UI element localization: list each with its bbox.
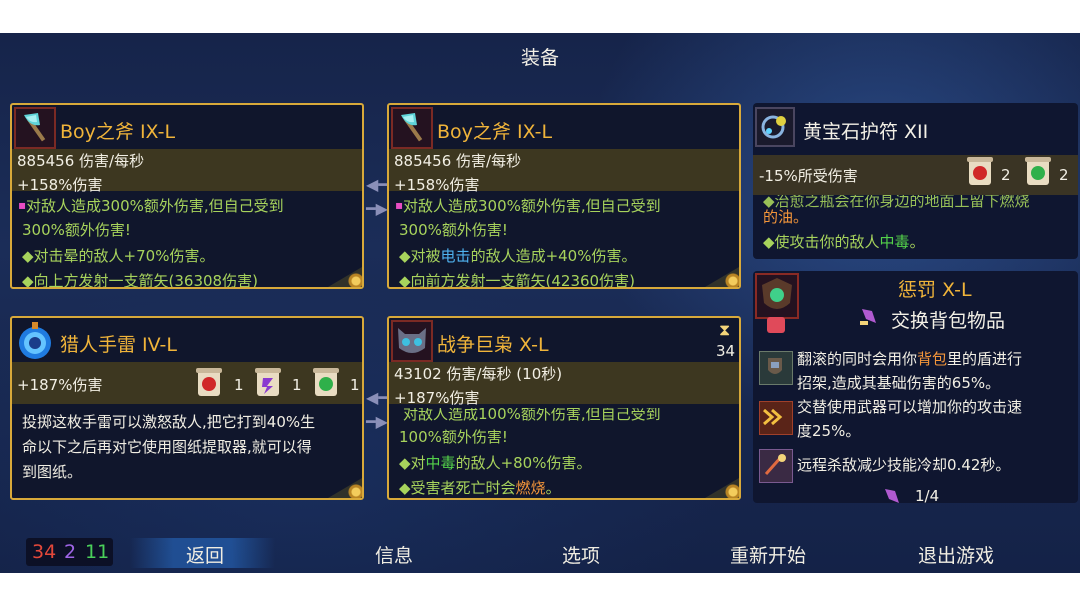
scroll-of-survival-icon [1025,157,1051,185]
swap-arrow-right-icon: ━▶ [366,412,388,431]
weapon-1-effect-3: ◆对击晕的敌人+70%伤害。 [22,247,215,265]
skill-2-effect-2: ◆对中毒的敌人+80%伤害。 [399,454,592,472]
weapon-2-effect-1: 对敌人造成300%额外伤害,但自己受到 [403,197,661,215]
amulet-effect-2: ◆使攻击你的敌人中毒。 [763,233,925,251]
weapon-1-effect-2: 300%额外伤害! [22,221,131,239]
scroll-of-brutality-icon [967,157,993,185]
mutation-2-text-1: 交替使用武器可以增加你的攻击速 [797,398,1023,416]
weapon-1-effect-4: ◆向上方发射一支箭矢(36308伤害) [22,272,258,289]
weapon-2-effect-4: ◆向前方发射一支箭矢(42360伤害) [399,272,635,289]
mutation-3-icon [759,449,793,483]
corner-ornament [344,480,362,498]
swap-backpack-icon [858,305,880,327]
corner-ornament [721,480,739,498]
skill-card-2[interactable]: 战争巨枭 X-L ⧗ 34 43102 伤害/每秒 (10秒) +187%伤害 … [387,316,741,500]
owl-mask-icon [391,320,433,362]
skill-1-damage-bonus: +187%伤害 [17,376,103,394]
amulet-effect-1: 的油。 [763,208,809,226]
amulet-damage-reduction: -15%所受伤害 [759,167,858,185]
skill-2-cooldown: 34 [716,342,736,360]
swap-arrow-left-icon: ◀━ [366,388,388,407]
mutation-page: 1/4 [915,487,940,503]
weapon-1-name: Boy之斧 IX-L [60,121,176,143]
swap-backpack-label[interactable]: 交换背包物品 [891,306,1005,333]
weapon-2-effect-2: 300%额外伤害! [399,221,508,239]
skill-2-effect-3: ◆受害者死亡时会燃烧。 [399,479,561,497]
menu-back[interactable]: 返回 [186,541,224,568]
skill-1-description-1: 投掷这枚手雷可以激怒敌人,把它打到40%生 [22,413,316,431]
menu-restart[interactable]: 重新开始 [730,541,806,568]
skill-card-1[interactable]: 猎人手雷 IV-L +187%伤害 1 1 1 投掷这枚手雷可以激怒敌人,把它打… [10,316,364,500]
swap-arrow-right-icon: ━▶ [366,199,388,218]
page-arrow-icon[interactable] [881,485,903,503]
amulet-brutality-count: 2 [1001,166,1011,184]
punish-name: 惩罚 X-L [898,279,972,301]
skill-1-description-3: 到图纸。 [22,463,83,481]
hourglass-icon: ⧗ [719,320,731,339]
tactics-count: 1 [292,376,302,394]
amulet-panel[interactable]: 黄宝石护符 XII -15%所受伤害 2 2 ◆治愈之瓶会在你身边的地面上留下燃… [753,103,1078,259]
skill-2-damage-bonus: +187%伤害 [394,389,480,407]
scroll-of-tactics-icon [255,368,281,396]
grenade-icon [14,320,56,362]
weapon-2-name: Boy之斧 IX-L [437,121,553,143]
mutations-panel[interactable]: 惩罚 X-L 交换背包物品 翻滚的同时会用你背包里的盾进行 招架,造成其基础伤害… [753,271,1078,503]
mutation-2-icon [759,401,793,435]
mutation-2-text-2: 度25%。 [797,422,861,440]
corner-ornament [721,269,739,287]
shield-icon [755,273,799,319]
screen-title: 装备 [520,47,559,69]
game-screen: 装备 Boy之斧 IX-L 885456 伤害/每秒 +158%伤害 ▪ 对敌人… [0,33,1080,573]
swap-arrow-left-icon: ◀━ [366,175,388,194]
weapon-1-damage-bonus: +158%伤害 [17,176,103,194]
axe-icon [14,107,56,149]
survival-count: 1 [350,376,360,394]
weapon-1-effect-1: 对敌人造成300%额外伤害,但自己受到 [26,197,284,215]
amulet-name: 黄宝石护符 XII [803,121,929,143]
skill-2-effect-1: 100%额外伤害! [399,428,508,446]
weapon-1-dps: 885456 伤害/每秒 [17,152,145,170]
weapon-2-effect-3: ◆对被电击的敌人造成+40%伤害。 [399,247,637,265]
menu-info[interactable]: 信息 [375,541,413,568]
skill-1-description-2: 命以下之后再对它使用图纸提取器,就可以得 [22,438,312,456]
mutation-1-icon [759,351,793,385]
amulet-survival-count: 2 [1059,166,1069,184]
scroll-of-brutality-icon [196,368,222,396]
mutation-1-text-2: 招架,造成其基础伤害的65%。 [797,374,1001,392]
weapon-card-2[interactable]: Boy之斧 IX-L 885456 伤害/每秒 +158%伤害 ▪ 对敌人造成3… [387,103,741,289]
weapon-card-1[interactable]: Boy之斧 IX-L 885456 伤害/每秒 +158%伤害 ▪ 对敌人造成3… [10,103,364,289]
menu-options[interactable]: 选项 [562,541,600,568]
skill-2-dps: 43102 伤害/每秒 (10秒) [394,365,563,383]
corner-ornament [344,269,362,287]
scroll-key-icon [767,317,785,333]
brutality-count: 1 [234,376,244,394]
scroll-of-survival-icon [313,368,339,396]
menu-quit[interactable]: 退出游戏 [918,541,994,568]
mutation-3-text-1: 远程杀敌减少技能冷却0.42秒。 [797,456,1011,474]
cell-count-green: 11 [85,541,110,563]
skill-1-name: 猎人手雷 IV-L [60,334,177,356]
mutation-1-text-1: 翻滚的同时会用你背包里的盾进行 [797,350,1023,368]
axe-icon [391,107,433,149]
amulet-icon [755,107,795,147]
weapon-2-damage-bonus: +158%伤害 [394,176,480,194]
cell-count-red: 34 [32,541,57,563]
cell-count-purple: 2 [64,541,77,563]
skill-2-name: 战争巨枭 X-L [437,334,549,356]
weapon-2-dps: 885456 伤害/每秒 [394,152,522,170]
